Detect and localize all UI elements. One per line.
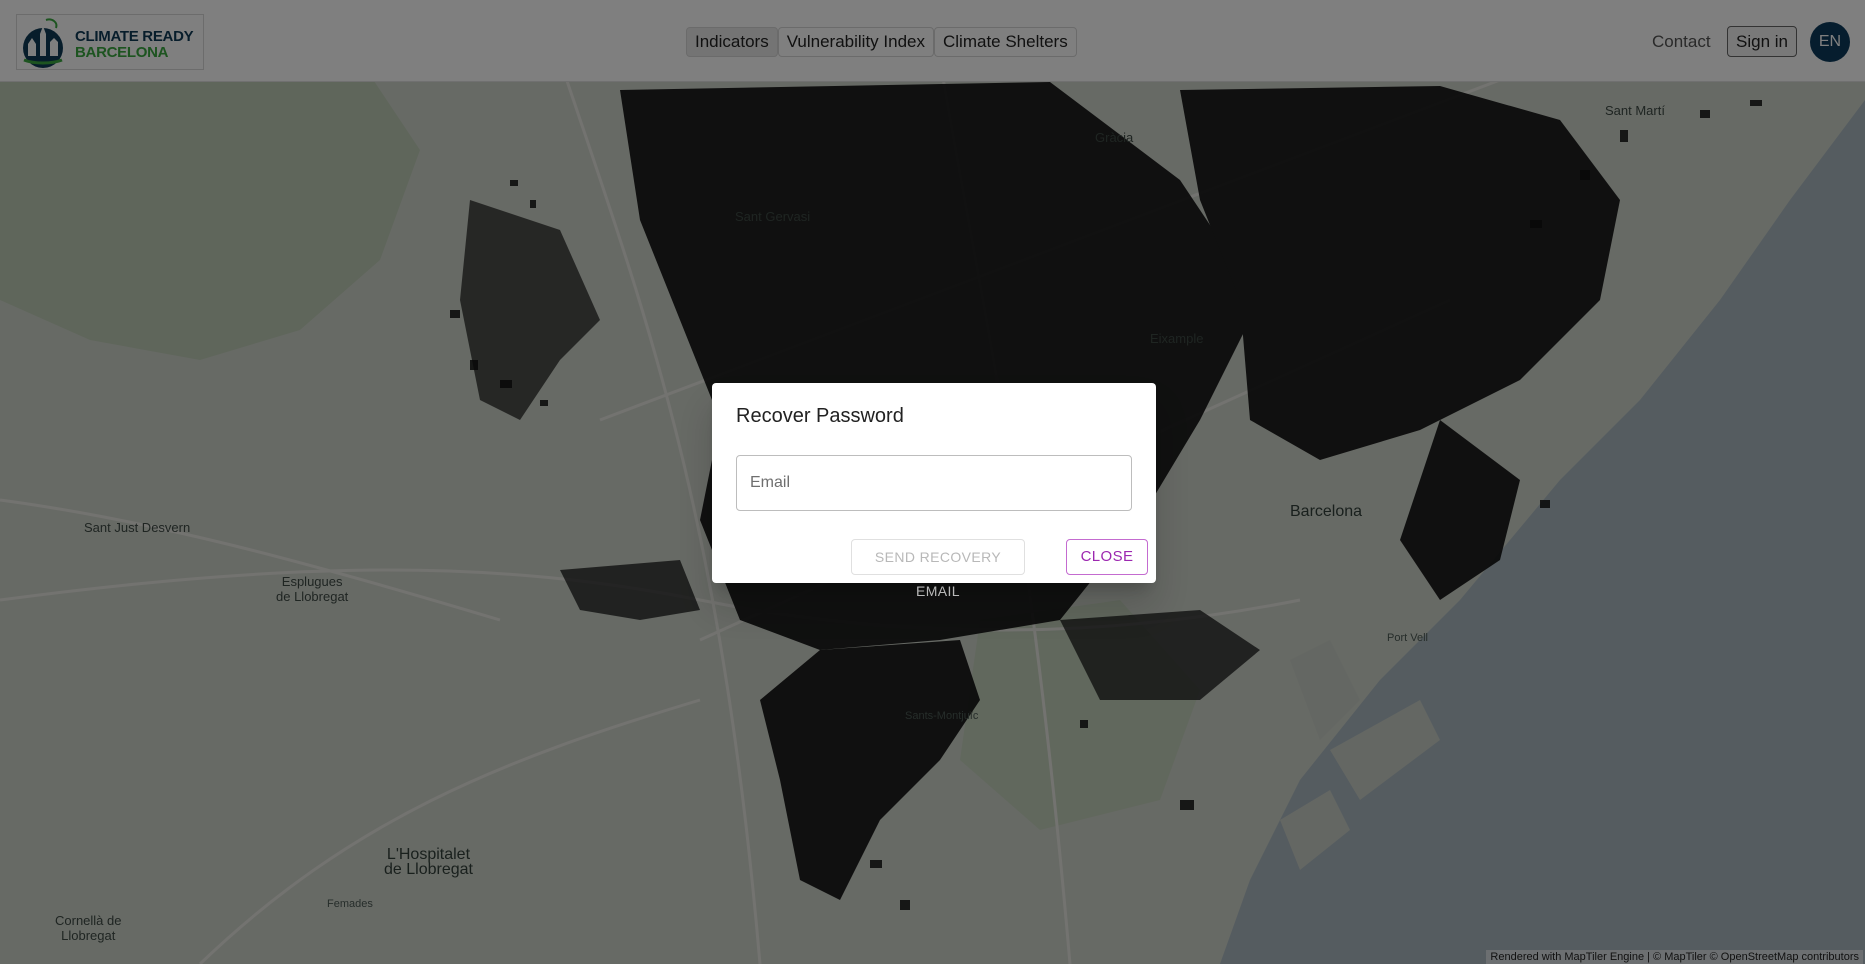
email-field[interactable] (736, 455, 1132, 511)
dialog-title: Recover Password (736, 405, 904, 427)
send-recovery-email-button[interactable]: SEND RECOVERY EMAIL (851, 539, 1025, 599)
close-button[interactable]: CLOSE (1066, 539, 1148, 575)
recover-password-dialog: Recover Password SEND RECOVERY EMAIL CLO… (712, 383, 1156, 599)
